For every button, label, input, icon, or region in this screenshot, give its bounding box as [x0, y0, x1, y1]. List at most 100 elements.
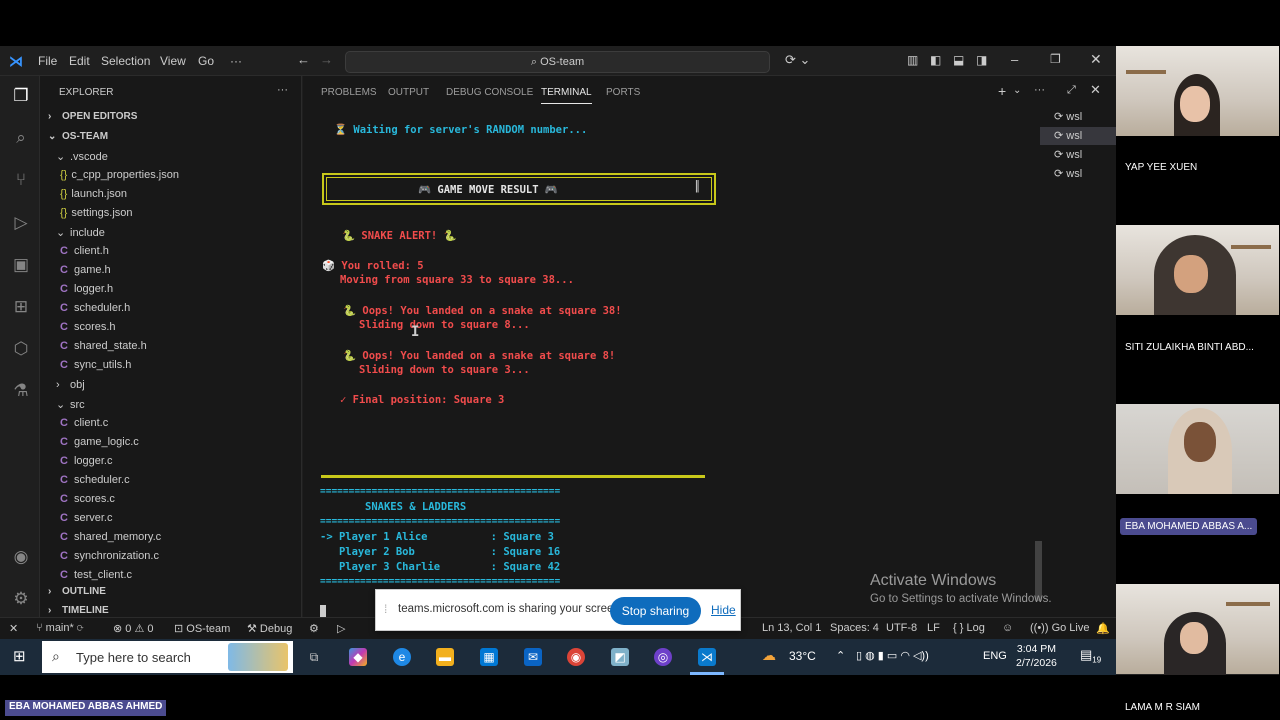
tab-terminal[interactable]: TERMINAL — [541, 87, 592, 104]
menu-go[interactable]: Go — [198, 54, 214, 68]
remote-explorer-icon[interactable]: ▣ — [10, 254, 32, 276]
drag-handle-icon[interactable]: ⁞ — [384, 602, 387, 616]
remote-indicator-icon[interactable]: ✕ — [9, 622, 18, 635]
file-explorer-icon[interactable]: ▬ — [436, 648, 454, 666]
file-scheduler-c[interactable]: Cscheduler.c — [60, 474, 130, 486]
panel-more-icon[interactable]: ··· — [1034, 84, 1045, 96]
file-synchronization-c[interactable]: Csynchronization.c — [60, 550, 159, 562]
system-clock[interactable]: 3:04 PM 2/7/2026 — [1016, 642, 1057, 670]
problems-indicator[interactable]: ⊗ 0 ⚠ 0 — [113, 622, 153, 635]
close-icon[interactable]: ✕ — [1090, 51, 1102, 68]
participant-video-tile[interactable] — [1116, 584, 1279, 675]
windows-start-icon[interactable]: ⊞ — [13, 647, 26, 665]
run-icon[interactable]: ▷ — [337, 622, 345, 635]
settings-gear-icon[interactable]: ⚙ — [10, 588, 32, 610]
search-icon[interactable]: ⌕ — [10, 127, 32, 149]
toggle-panel-icon[interactable]: ⬓ — [953, 53, 964, 67]
file-logger-h[interactable]: Clogger.h — [60, 283, 113, 295]
containers-icon[interactable]: ⬡ — [10, 338, 32, 360]
indentation[interactable]: Spaces: 4 — [830, 622, 879, 634]
outlook-icon[interactable]: ✉ — [524, 648, 542, 666]
tab-problems[interactable]: PROBLEMS — [321, 87, 377, 98]
outline-section[interactable]: › OUTLINE — [48, 586, 106, 597]
tab-ports[interactable]: PORTS — [606, 87, 640, 98]
microsoft-store-icon[interactable]: ▦ — [480, 648, 498, 666]
participant-video-tile[interactable] — [1116, 46, 1279, 136]
source-control-icon[interactable]: ⑂ — [10, 169, 32, 191]
weather-icon[interactable]: ☁ — [762, 647, 776, 664]
account-icon[interactable]: ◉ — [10, 546, 32, 568]
taskbar-search[interactable]: ⌕ Type here to search — [42, 641, 293, 673]
menu-view[interactable]: View — [160, 54, 186, 68]
terminal-item-wsl[interactable]: ⟳ wsl — [1040, 165, 1116, 183]
notifications-bell-icon[interactable]: 🔔 — [1096, 622, 1110, 635]
hide-link[interactable]: Hide — [711, 603, 736, 617]
file-scores-c[interactable]: Cscores.c — [60, 493, 115, 505]
app-icon[interactable]: ◩ — [611, 648, 629, 666]
folder-src[interactable]: ⌄ src — [56, 398, 85, 411]
restore-icon[interactable]: ❐ — [1050, 52, 1061, 66]
file-game-h[interactable]: Cgame.h — [60, 264, 111, 276]
file-server-c[interactable]: Cserver.c — [60, 512, 112, 524]
timeline-section[interactable]: › TIMELINE — [48, 605, 109, 616]
tab-debug-console[interactable]: DEBUG CONSOLE — [446, 87, 533, 98]
folder-obj[interactable]: › obj — [56, 379, 85, 391]
chrome-icon[interactable]: ◉ — [567, 648, 585, 666]
end-of-line[interactable]: LF — [927, 622, 940, 634]
project-indicator[interactable]: ⊡ OS-team — [174, 622, 230, 635]
menu-selection[interactable]: Selection — [101, 54, 150, 68]
notification-center-icon[interactable]: ▤19 — [1080, 647, 1101, 665]
file-client-c[interactable]: Cclient.c — [60, 417, 108, 429]
language-mode[interactable]: { } Log — [953, 622, 985, 634]
file-shared-state-h[interactable]: Cshared_state.h — [60, 340, 147, 352]
minimize-icon[interactable]: – — [1011, 52, 1018, 67]
extensions-icon[interactable]: ⊞ — [10, 296, 32, 318]
file-shared-memory-c[interactable]: Cshared_memory.c — [60, 531, 161, 543]
encoding[interactable]: UTF-8 — [886, 622, 917, 634]
menu-edit[interactable]: Edit — [69, 54, 90, 68]
copilot-status-icon[interactable]: ☺ — [1002, 622, 1013, 634]
chevron-up-icon[interactable]: ⌃ — [836, 649, 845, 662]
folder-include[interactable]: ⌄ include — [56, 226, 105, 239]
file-logger-c[interactable]: Clogger.c — [60, 455, 112, 467]
file-scheduler-h[interactable]: Cscheduler.h — [60, 302, 130, 314]
toggle-sidebar-icon[interactable]: ◧ — [930, 53, 941, 67]
file-c-cpp-properties[interactable]: {} c_cpp_properties.json — [60, 169, 179, 181]
file-game-logic-c[interactable]: Cgame_logic.c — [60, 436, 139, 448]
tray-icons[interactable]: ▯ ◍ ▮ ▭ ◠ ◁)) — [856, 649, 929, 662]
participant-video-tile[interactable] — [1116, 225, 1279, 315]
maximize-panel-icon[interactable]: ⤢ — [1067, 84, 1076, 97]
vscode-taskbar-icon[interactable]: ⋊ — [698, 648, 716, 666]
go-live[interactable]: ((•)) Go Live — [1030, 622, 1089, 634]
edge-browser-icon[interactable]: e — [393, 648, 411, 666]
chevron-down-icon[interactable]: ⌄ — [1013, 85, 1021, 96]
input-language[interactable]: ENG — [983, 650, 1007, 662]
file-sync-utils-h[interactable]: Csync_utils.h — [60, 359, 131, 371]
file-settings-json[interactable]: {} settings.json — [60, 207, 133, 219]
tab-output[interactable]: OUTPUT — [388, 87, 429, 98]
task-view-icon[interactable]: ⧉ — [305, 648, 323, 666]
testing-icon[interactable]: ⚗ — [10, 380, 32, 402]
file-client-h[interactable]: Cclient.h — [60, 245, 109, 257]
workspace-root[interactable]: ⌄ OS-TEAM — [48, 131, 108, 142]
toggle-secondary-sidebar-icon[interactable]: ◨ — [976, 53, 987, 67]
menu-file[interactable]: File — [38, 54, 57, 68]
terminal-output[interactable]: ⏳ Waiting for server's RANDOM number... … — [303, 106, 1033, 617]
file-scores-h[interactable]: Cscores.h — [60, 321, 116, 333]
command-center[interactable]: ⌕ OS-team — [345, 51, 770, 73]
terminal-item-wsl[interactable]: ⟳ wsl — [1040, 108, 1116, 126]
close-panel-icon[interactable]: ✕ — [1090, 82, 1101, 98]
new-terminal-icon[interactable]: + — [998, 83, 1006, 99]
stop-sharing-button[interactable]: Stop sharing — [610, 597, 701, 625]
folder-vscode[interactable]: ⌄ .vscode — [56, 150, 108, 163]
layout-icon[interactable]: ▥ — [907, 53, 918, 67]
forward-arrow-icon[interactable]: → — [320, 52, 333, 67]
terminal-item-wsl[interactable]: ⟳ wsl — [1040, 146, 1116, 164]
copilot-app-icon[interactable]: ◆ — [349, 648, 367, 666]
gear-icon[interactable]: ⚙ — [309, 622, 319, 635]
participant-video-tile[interactable] — [1116, 404, 1279, 494]
explorer-icon[interactable]: ❐ — [10, 85, 32, 107]
weather-temp[interactable]: 33°C — [789, 649, 816, 663]
file-launch-json[interactable]: {} launch.json — [60, 188, 127, 200]
file-test-client-c[interactable]: Ctest_client.c — [60, 569, 132, 581]
